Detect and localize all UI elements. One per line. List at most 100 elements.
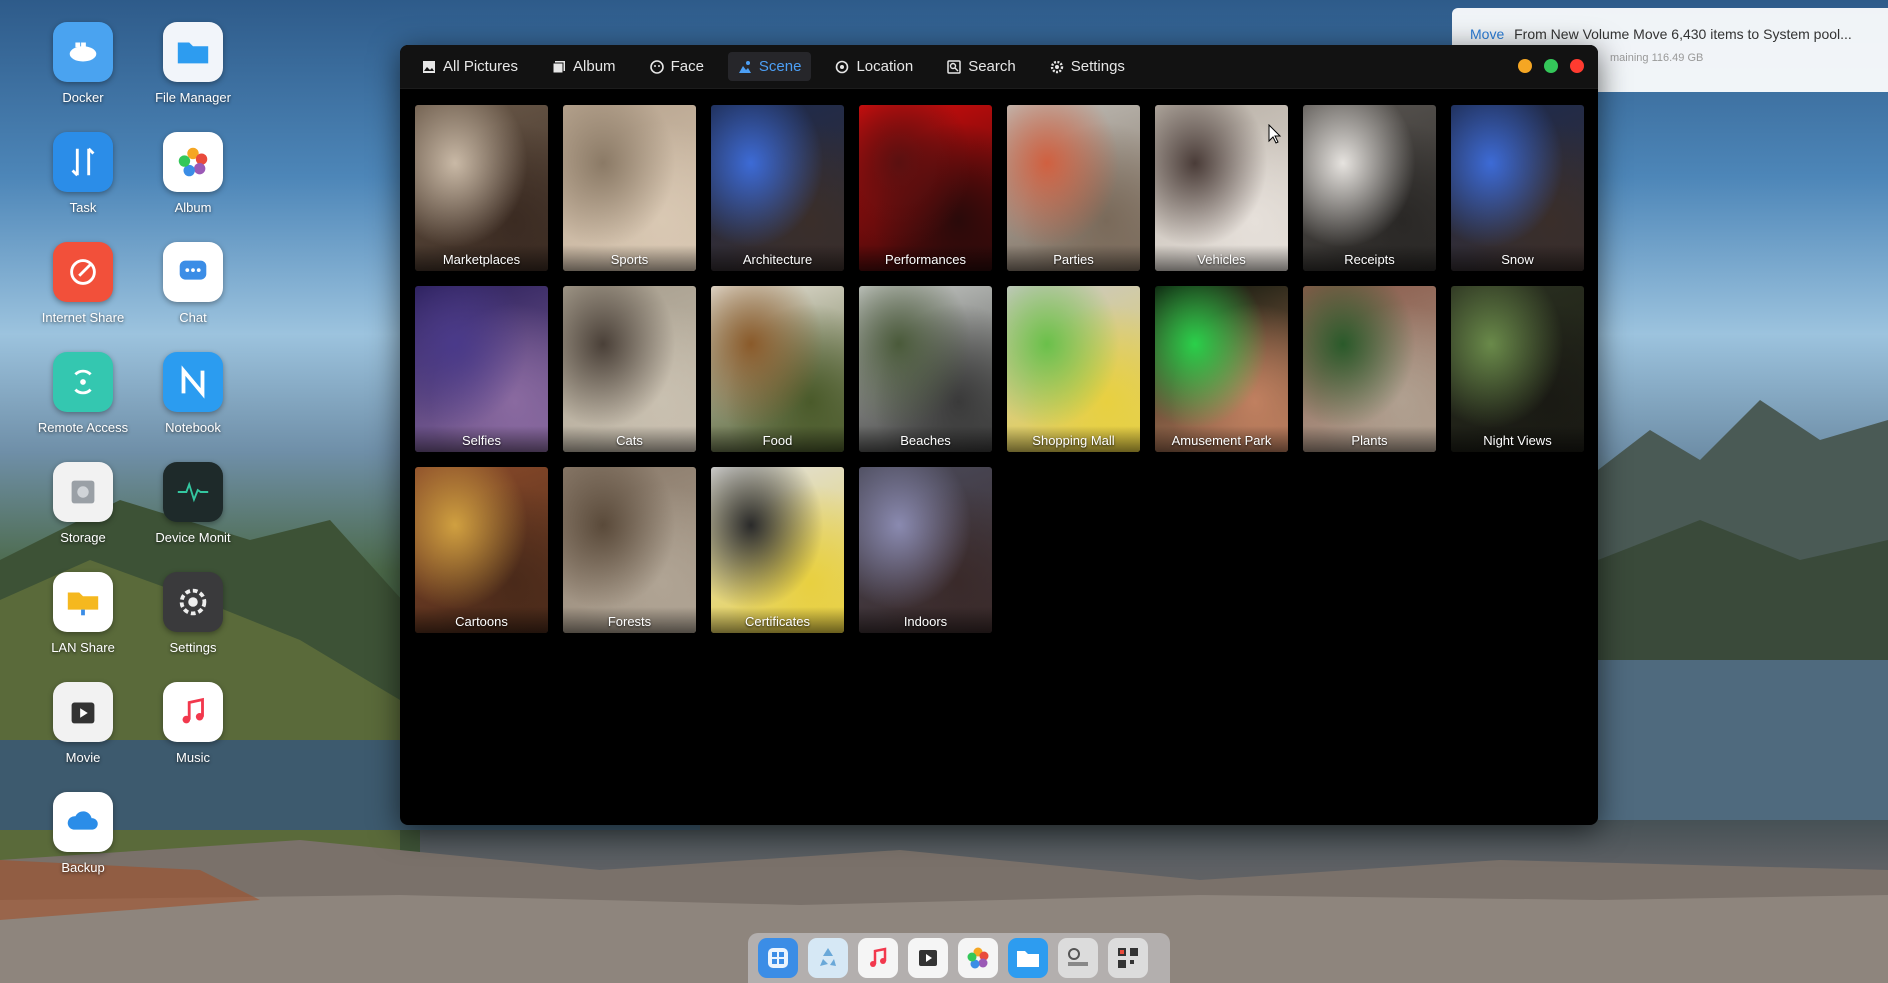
remote-access-icon (53, 352, 113, 412)
movie-icon (919, 950, 937, 966)
desktop-icon-label: Music (176, 750, 210, 765)
backup-icon (53, 792, 113, 852)
scene-card[interactable]: Parties (1007, 105, 1140, 271)
scene-label: Cats (563, 426, 696, 452)
dock-music-icon[interactable] (858, 938, 898, 978)
desktop-icon-label: Remote Access (37, 420, 129, 435)
tab-label: Search (968, 58, 1016, 75)
music-icon (870, 947, 887, 967)
scene-label: Night Views (1451, 426, 1584, 452)
scene-label: Vehicles (1155, 245, 1288, 271)
desktop-icon-label: Backup (61, 860, 105, 875)
scene-card[interactable]: Sports (563, 105, 696, 271)
desktop-icon-music[interactable]: Music (138, 682, 248, 765)
desktop-icon-label: Docker (62, 90, 104, 105)
maximize-button[interactable] (1544, 59, 1558, 73)
music-icon (163, 682, 223, 742)
dock-finder-icon[interactable] (758, 938, 798, 978)
storage-icon (53, 462, 113, 522)
scene-card[interactable]: Cats (563, 286, 696, 452)
image-icon (423, 60, 435, 73)
dock-folder-icon[interactable] (1008, 938, 1048, 978)
tab-scene[interactable]: Scene (727, 52, 812, 81)
scene-card[interactable]: Plants (1303, 286, 1436, 452)
desktop-icon-backup[interactable]: Backup (28, 792, 138, 875)
scene-card[interactable]: Marketplaces (415, 105, 548, 271)
tab-settings[interactable]: Settings (1040, 52, 1135, 81)
desktop-icon-movie[interactable]: Movie (28, 682, 138, 765)
scene-card[interactable]: Snow (1451, 105, 1584, 271)
tab-face[interactable]: Face (640, 52, 714, 81)
desktop-icon-settings[interactable]: Settings (138, 572, 248, 655)
tab-label: Face (670, 58, 704, 75)
scene-card[interactable]: Beaches (859, 286, 992, 452)
dock-recycle-icon[interactable] (808, 938, 848, 978)
lan-share-icon (53, 572, 113, 632)
desktop-icon-lan-share[interactable]: LAN Share (28, 572, 138, 655)
dock (748, 933, 1170, 983)
desktop-icon-internet-share[interactable]: Internet Share (28, 242, 138, 325)
album-icon (163, 132, 223, 192)
scene-card[interactable]: Night Views (1451, 286, 1584, 452)
desktop-icon-album[interactable]: Album (138, 132, 248, 215)
scene-label: Selfies (415, 426, 548, 452)
scene-card[interactable]: Selfies (415, 286, 548, 452)
scene-card[interactable]: Performances (859, 105, 992, 271)
scene-label: Marketplaces (415, 245, 548, 271)
desktop-icon-label: Internet Share (41, 310, 125, 325)
scene-card[interactable]: Amusement Park (1155, 286, 1288, 452)
tab-label: Settings (1070, 58, 1125, 75)
scene-card[interactable]: Receipts (1303, 105, 1436, 271)
desktop-icon-task[interactable]: Task (28, 132, 138, 215)
desktop-icon-storage[interactable]: Storage (28, 462, 138, 545)
scene-label: Sports (563, 245, 696, 271)
desktop-icon-remote-access[interactable]: Remote Access (28, 352, 138, 435)
scene-card[interactable]: Forests (563, 467, 696, 633)
toolbar: All Pictures Album Face Scene Location S… (400, 45, 1598, 89)
face-icon (649, 59, 664, 74)
scene-label: Shopping Mall (1007, 426, 1140, 452)
scene-label: Snow (1451, 245, 1584, 271)
desktop-icon-docker[interactable]: Docker (28, 22, 138, 105)
scene-label: Certificates (711, 607, 844, 633)
tab-search[interactable]: Search (937, 52, 1026, 81)
finder-icon (768, 948, 788, 968)
docker-icon (53, 22, 113, 82)
scene-card[interactable]: Indoors (859, 467, 992, 633)
minimize-button[interactable] (1518, 59, 1532, 73)
close-button[interactable] (1570, 59, 1584, 73)
desktop-icon-notebook[interactable]: Notebook (138, 352, 248, 435)
dock-qr-icon[interactable] (1108, 938, 1148, 978)
scene-label: Amusement Park (1155, 426, 1288, 452)
desktop-icon-file-manager[interactable]: File Manager (138, 22, 248, 105)
tab-all-pictures[interactable]: All Pictures (412, 52, 528, 81)
tab-label: Location (856, 58, 914, 75)
scene-card[interactable]: Shopping Mall (1007, 286, 1140, 452)
scene-card[interactable]: Certificates (711, 467, 844, 633)
desktop-icon-label: File Manager (155, 90, 231, 105)
tab-album[interactable]: Album (542, 52, 626, 81)
dock-widget-icon[interactable] (1058, 938, 1098, 978)
dock-album-icon[interactable] (958, 938, 998, 978)
desktop-icon-label: LAN Share (51, 640, 115, 655)
recycle-icon (820, 948, 836, 966)
tab-location[interactable]: Location (825, 52, 923, 81)
scene-card[interactable]: Architecture (711, 105, 844, 271)
scene-card[interactable]: Cartoons (415, 467, 548, 633)
movie-icon (53, 682, 113, 742)
notebook-icon (163, 352, 223, 412)
desktop-icon-label: Chat (179, 310, 207, 325)
scene-card[interactable]: Food (711, 286, 844, 452)
desktop-icon-label: Task (69, 200, 97, 215)
desktop-icon-label: Movie (65, 750, 101, 765)
album-icon (552, 60, 566, 73)
scene-icon (738, 60, 751, 73)
desktop-icon-label: Storage (60, 530, 106, 545)
device-monitor-icon (163, 462, 223, 522)
desktop-icon-chat[interactable]: Chat (138, 242, 248, 325)
folder-icon (1017, 951, 1039, 967)
dock-movie-icon[interactable] (908, 938, 948, 978)
tab-label: All Pictures (443, 58, 519, 75)
photos-app-window: All Pictures Album Face Scene Location S… (400, 45, 1598, 825)
desktop-icon-device-monitor[interactable]: Device Monit (138, 462, 248, 545)
